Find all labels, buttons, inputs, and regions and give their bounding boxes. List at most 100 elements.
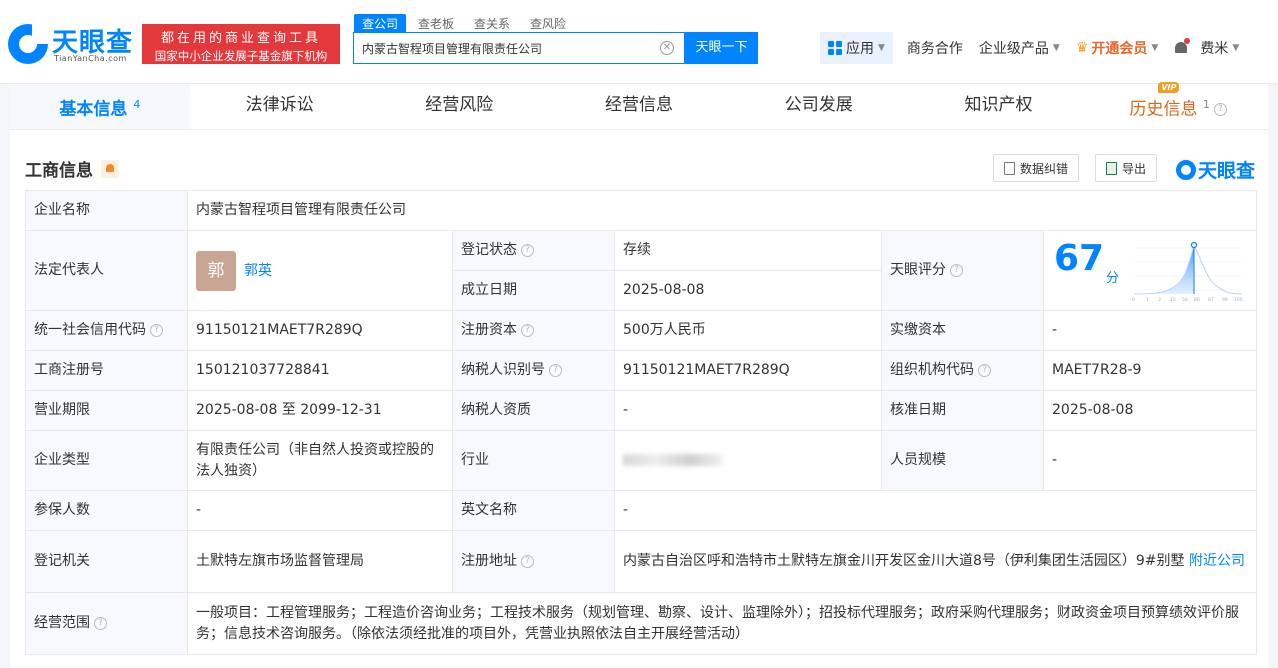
- score-value: 67: [1054, 237, 1105, 279]
- taxpayer-id-label: 纳税人识别号?: [452, 350, 615, 391]
- vip-label: 开通会员: [1091, 41, 1148, 57]
- english-name-label: 英文名称: [452, 490, 615, 531]
- tab-ip[interactable]: 知识产权: [909, 84, 1089, 129]
- score-marker-dot: [1190, 241, 1198, 248]
- table-row: 参保人数 - 英文名称 -: [25, 490, 1258, 531]
- tab-risk[interactable]: 经营风险: [369, 84, 549, 129]
- table-row: 营业期限 2025-08-08 至 2099-12-31 纳税人资质 - 核准日…: [25, 390, 1258, 431]
- authority-label: 登记机关: [25, 530, 188, 593]
- tab-count: 1: [1202, 98, 1210, 111]
- monitor-bell-icon[interactable]: [101, 159, 119, 178]
- tab-development[interactable]: 公司发展: [729, 84, 909, 129]
- taxpayer-id-value: 91150121MAET7R289Q: [614, 350, 882, 391]
- slogan-banner[interactable]: 都在用的商业查询工具 国家中小企业发展子基金旗下机构: [142, 24, 340, 64]
- clear-icon[interactable]: ✕: [660, 41, 674, 55]
- vip-badge: VIP: [1158, 82, 1180, 93]
- slogan-line2: 国家中小企业发展子基金旗下机构: [154, 49, 328, 63]
- tab-label: 基本信息: [59, 99, 128, 120]
- tianyancha-logo[interactable]: 天眼查 TianYanCha.com: [8, 22, 136, 66]
- avatar[interactable]: 郭: [196, 250, 236, 291]
- reg-status-label: 登记状态?: [452, 230, 615, 271]
- svg-text:3: 3: [1158, 297, 1161, 303]
- reg-capital-label: 注册资本?: [452, 310, 615, 351]
- staff-size-label: 人员规模: [881, 430, 1044, 491]
- vip-menu[interactable]: ♛ 开通会员 ▼: [1076, 38, 1158, 58]
- reg-no-label: 工商注册号: [25, 350, 188, 391]
- company-type-value: 有限责任公司（非自然人投资或控股的法人独资）: [187, 430, 453, 491]
- legal-rep-label: 法定代表人: [25, 230, 188, 311]
- scope-value: 一般项目：工程管理服务；工程造价咨询业务；工程技术服务（规划管理、勘察、设计、监…: [186, 592, 1258, 655]
- insured-value: -: [187, 490, 453, 531]
- app-grid-icon: [828, 41, 842, 55]
- search-tab-boss[interactable]: 查老板: [410, 14, 462, 33]
- top-nav: 应用 ▼ 商务合作 企业级产品 ▼ ♛ 开通会员 ▼ 费米 ▼: [820, 32, 1255, 64]
- business-link[interactable]: 商务合作: [907, 38, 963, 58]
- help-icon[interactable]: ?: [950, 263, 963, 277]
- svg-text:50: 50: [1182, 297, 1188, 303]
- score-label: 天眼评分?: [881, 230, 1044, 311]
- export-button[interactable]: 导出: [1095, 154, 1158, 182]
- correct-data-button[interactable]: 数据纠错: [993, 154, 1080, 182]
- table-row: 企业名称 内蒙古智程项目管理有限责任公司: [25, 190, 1258, 231]
- search-tab-risk[interactable]: 查风险: [522, 14, 574, 33]
- insured-label: 参保人数: [25, 490, 188, 531]
- credit-code-label-text: 统一社会信用代码: [34, 322, 146, 338]
- help-icon[interactable]: ?: [150, 323, 163, 337]
- bell-icon[interactable]: [1174, 38, 1191, 56]
- caret-down-icon: ▼: [878, 43, 885, 53]
- svg-text:80: 80: [1194, 297, 1200, 303]
- excel-icon: [1106, 161, 1117, 175]
- address-text: 内蒙古自治区呼和浩特市土默特左旗金川开发区金川大道8号（伊利集团生活园区）9#别…: [623, 553, 1185, 569]
- help-icon[interactable]: ?: [521, 554, 534, 568]
- business-info-table: 企业名称 内蒙古智程项目管理有限责任公司 法定代表人 郭郭英 登记状态? 存续 …: [25, 190, 1258, 655]
- tab-count: 4: [133, 98, 141, 111]
- enterprise-menu[interactable]: 企业级产品 ▼: [979, 38, 1060, 58]
- help-icon[interactable]: ?: [549, 363, 562, 377]
- caret-down-icon: ▼: [1052, 43, 1060, 53]
- help-icon[interactable]: ?: [978, 363, 991, 377]
- top-bar: 天眼查 TianYanCha.com 都在用的商业查询工具 国家中小企业发展子基…: [0, 0, 1278, 84]
- tab-label: 法律诉讼: [245, 95, 314, 115]
- tab-basic-info[interactable]: 基本信息 4: [10, 84, 190, 129]
- search-tab-company[interactable]: 查公司: [354, 14, 407, 33]
- logo-subtitle: TianYanCha.com: [54, 54, 127, 63]
- user-menu[interactable]: 费米 ▼: [1200, 38, 1239, 58]
- search-button[interactable]: 天眼一下: [685, 32, 758, 64]
- svg-text:0: 0: [1132, 297, 1135, 303]
- detail-tabs: 基本信息 4 法律诉讼 经营风险 经营信息 公司发展 知识产权 VIP 历史信息…: [10, 82, 1268, 130]
- address-label: 注册地址?: [452, 530, 615, 593]
- reg-no-value: 150121037728841: [187, 350, 453, 391]
- score-area: [1134, 245, 1194, 294]
- tab-label: 经营风险: [425, 95, 494, 115]
- legal-rep-link[interactable]: 郭英: [244, 263, 272, 279]
- table-row: 经营范围? 一般项目：工程管理服务；工程造价咨询业务；工程技术服务（规划管理、勘…: [25, 592, 1258, 655]
- reg-status-label-text: 登记状态: [461, 242, 517, 258]
- search-input[interactable]: [354, 33, 644, 63]
- tab-label: 历史信息: [1129, 99, 1198, 120]
- score-cell[interactable]: 67 分 0 1 3 15 50 80 87 99 100: [1042, 230, 1258, 311]
- tab-operation[interactable]: 经营信息: [549, 84, 729, 129]
- tab-label: 公司发展: [784, 95, 853, 115]
- term-label: 营业期限: [25, 390, 188, 431]
- found-date-label: 成立日期: [452, 270, 615, 311]
- nearby-companies-link[interactable]: 附近公司: [1189, 553, 1245, 569]
- brand-text: 天眼查: [1198, 160, 1256, 182]
- table-row: 法定代表人 郭郭英 登记状态? 存续 天眼评分? 67 分 0 1 3 15 5…: [25, 230, 1258, 311]
- app-menu[interactable]: 应用 ▼: [820, 32, 893, 64]
- help-icon[interactable]: ?: [1213, 103, 1227, 117]
- tab-legal[interactable]: 法律诉讼: [190, 84, 370, 129]
- approve-date-label: 核准日期: [881, 390, 1044, 431]
- help-icon[interactable]: ?: [94, 616, 107, 630]
- help-icon[interactable]: ?: [521, 243, 534, 257]
- tab-history[interactable]: VIP 历史信息 1?: [1088, 82, 1268, 129]
- user-name: 费米: [1200, 41, 1229, 57]
- search-tab-relation[interactable]: 查关系: [466, 14, 518, 33]
- tax-quality-label: 纳税人资质: [452, 390, 615, 431]
- help-icon[interactable]: ?: [521, 323, 534, 337]
- taxpayer-id-label-text: 纳税人识别号: [461, 362, 545, 378]
- table-row: 统一社会信用代码? 91150121MAET7R289Q 注册资本? 500万人…: [25, 310, 1258, 351]
- table-row: 工商注册号 150121037728841 纳税人识别号? 91150121MA…: [25, 350, 1258, 391]
- chart-axis-ticks: 0 1 3 15 50 80 87 99 100: [1132, 297, 1243, 303]
- crown-icon: ♛: [1075, 40, 1089, 56]
- org-code-label: 组织机构代码?: [881, 350, 1044, 391]
